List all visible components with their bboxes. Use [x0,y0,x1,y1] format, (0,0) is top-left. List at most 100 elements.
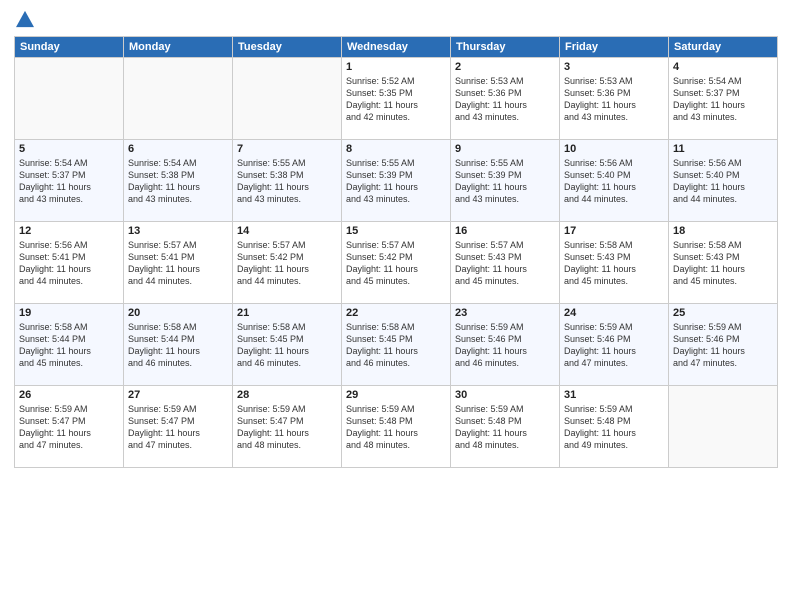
calendar: SundayMondayTuesdayWednesdayThursdayFrid… [14,36,778,468]
day-number: 25 [673,307,773,319]
day-number: 23 [455,307,555,319]
day-cell: 25Sunrise: 5:59 AM Sunset: 5:46 PM Dayli… [669,304,778,386]
logo [14,10,34,28]
day-info: Sunrise: 5:59 AM Sunset: 5:47 PM Dayligh… [128,403,228,452]
day-info: Sunrise: 5:55 AM Sunset: 5:38 PM Dayligh… [237,157,337,206]
day-info: Sunrise: 5:59 AM Sunset: 5:48 PM Dayligh… [455,403,555,452]
day-info: Sunrise: 5:59 AM Sunset: 5:47 PM Dayligh… [237,403,337,452]
day-cell: 24Sunrise: 5:59 AM Sunset: 5:46 PM Dayli… [560,304,669,386]
day-info: Sunrise: 5:57 AM Sunset: 5:42 PM Dayligh… [346,239,446,288]
day-cell: 19Sunrise: 5:58 AM Sunset: 5:44 PM Dayli… [15,304,124,386]
day-number: 12 [19,225,119,237]
day-info: Sunrise: 5:59 AM Sunset: 5:48 PM Dayligh… [564,403,664,452]
header-row: SundayMondayTuesdayWednesdayThursdayFrid… [15,37,778,58]
day-cell: 29 Sunrise: 5:59 AM Sunset: 5:48 PM Dayli… [342,386,451,468]
week-row-3: 19Sunrise: 5:58 AM Sunset: 5:44 PM Dayli… [15,304,778,386]
day-cell [124,58,233,140]
day-info: Sunrise: 5:53 AM Sunset: 5:36 PM Dayligh… [455,75,555,124]
day-info: Sunrise: 5:57 AM Sunset: 5:43 PM Dayligh… [455,239,555,288]
header-monday: Monday [124,37,233,58]
day-number: 14 [237,225,337,237]
day-cell: 18Sunrise: 5:58 AM Sunset: 5:43 PM Dayli… [669,222,778,304]
day-cell: 21 Sunrise: 5:58 AM Sunset: 5:45 PM Dayli… [233,304,342,386]
day-number: 8 [346,143,446,155]
day-info: Sunrise: 5:56 AM Sunset: 5:40 PM Dayligh… [564,157,664,206]
day-info: Sunrise: 5:57 AM Sunset: 5:41 PM Dayligh… [128,239,228,288]
day-number: 15 [346,225,446,237]
day-cell: 26 Sunrise: 5:59 AM Sunset: 5:47 PM Dayli… [15,386,124,468]
day-number: 10 [564,143,664,155]
week-row-4: 26 Sunrise: 5:59 AM Sunset: 5:47 PM Dayli… [15,386,778,468]
day-info: Sunrise: 5:59 AM Sunset: 5:47 PM Dayligh… [19,403,119,452]
day-cell: 23 Sunrise: 5:59 AM Sunset: 5:46 PM Dayli… [451,304,560,386]
header [14,10,778,28]
day-info: Sunrise: 5:55 AM Sunset: 5:39 PM Dayligh… [455,157,555,206]
day-info: Sunrise: 5:57 AM Sunset: 5:42 PM Dayligh… [237,239,337,288]
day-number: 5 [19,143,119,155]
day-info: Sunrise: 5:58 AM Sunset: 5:44 PM Dayligh… [19,321,119,370]
day-cell: 10 Sunrise: 5:56 AM Sunset: 5:40 PM Dayli… [560,140,669,222]
day-cell: 1 Sunrise: 5:52 AM Sunset: 5:35 PM Daylig… [342,58,451,140]
day-cell: 11 Sunrise: 5:56 AM Sunset: 5:40 PM Dayli… [669,140,778,222]
day-cell: 8 Sunrise: 5:55 AM Sunset: 5:39 PM Daylig… [342,140,451,222]
day-number: 9 [455,143,555,155]
header-friday: Friday [560,37,669,58]
day-info: Sunrise: 5:55 AM Sunset: 5:39 PM Dayligh… [346,157,446,206]
week-row-1: 5Sunrise: 5:54 AM Sunset: 5:37 PM Daylig… [15,140,778,222]
day-cell: 4 Sunrise: 5:54 AM Sunset: 5:37 PM Daylig… [669,58,778,140]
day-number: 1 [346,61,446,73]
day-number: 29 [346,389,446,401]
day-number: 26 [19,389,119,401]
day-info: Sunrise: 5:54 AM Sunset: 5:38 PM Dayligh… [128,157,228,206]
day-number: 30 [455,389,555,401]
day-cell: 9 Sunrise: 5:55 AM Sunset: 5:39 PM Daylig… [451,140,560,222]
day-info: Sunrise: 5:56 AM Sunset: 5:40 PM Dayligh… [673,157,773,206]
day-cell: 6 Sunrise: 5:54 AM Sunset: 5:38 PM Daylig… [124,140,233,222]
day-number: 11 [673,143,773,155]
day-cell: 20 Sunrise: 5:58 AM Sunset: 5:44 PM Dayli… [124,304,233,386]
day-info: Sunrise: 5:52 AM Sunset: 5:35 PM Dayligh… [346,75,446,124]
day-cell [233,58,342,140]
day-cell [669,386,778,468]
day-cell: 17Sunrise: 5:58 AM Sunset: 5:43 PM Dayli… [560,222,669,304]
day-number: 27 [128,389,228,401]
day-cell: 31 Sunrise: 5:59 AM Sunset: 5:48 PM Dayli… [560,386,669,468]
day-cell: 22Sunrise: 5:58 AM Sunset: 5:45 PM Dayli… [342,304,451,386]
day-number: 28 [237,389,337,401]
day-number: 21 [237,307,337,319]
day-info: Sunrise: 5:58 AM Sunset: 5:44 PM Dayligh… [128,321,228,370]
day-info: Sunrise: 5:59 AM Sunset: 5:48 PM Dayligh… [346,403,446,452]
day-number: 2 [455,61,555,73]
day-number: 13 [128,225,228,237]
day-number: 6 [128,143,228,155]
day-number: 20 [128,307,228,319]
logo-icon [16,10,34,28]
day-number: 4 [673,61,773,73]
week-row-0: 1 Sunrise: 5:52 AM Sunset: 5:35 PM Daylig… [15,58,778,140]
header-thursday: Thursday [451,37,560,58]
day-cell: 15 Sunrise: 5:57 AM Sunset: 5:42 PM Dayli… [342,222,451,304]
day-number: 3 [564,61,664,73]
day-cell: 7 Sunrise: 5:55 AM Sunset: 5:38 PM Daylig… [233,140,342,222]
day-number: 7 [237,143,337,155]
day-number: 31 [564,389,664,401]
header-saturday: Saturday [669,37,778,58]
day-number: 17 [564,225,664,237]
day-info: Sunrise: 5:58 AM Sunset: 5:45 PM Dayligh… [346,321,446,370]
day-number: 24 [564,307,664,319]
day-number: 16 [455,225,555,237]
page: SundayMondayTuesdayWednesdayThursdayFrid… [0,0,792,612]
week-row-2: 12 Sunrise: 5:56 AM Sunset: 5:41 PM Dayli… [15,222,778,304]
day-info: Sunrise: 5:53 AM Sunset: 5:36 PM Dayligh… [564,75,664,124]
day-cell: 30 Sunrise: 5:59 AM Sunset: 5:48 PM Dayli… [451,386,560,468]
day-info: Sunrise: 5:54 AM Sunset: 5:37 PM Dayligh… [673,75,773,124]
day-info: Sunrise: 5:58 AM Sunset: 5:43 PM Dayligh… [673,239,773,288]
day-cell: 5Sunrise: 5:54 AM Sunset: 5:37 PM Daylig… [15,140,124,222]
day-info: Sunrise: 5:59 AM Sunset: 5:46 PM Dayligh… [455,321,555,370]
day-info: Sunrise: 5:56 AM Sunset: 5:41 PM Dayligh… [19,239,119,288]
day-cell [15,58,124,140]
day-info: Sunrise: 5:58 AM Sunset: 5:45 PM Dayligh… [237,321,337,370]
day-cell: 28 Sunrise: 5:59 AM Sunset: 5:47 PM Dayli… [233,386,342,468]
header-sunday: Sunday [15,37,124,58]
day-cell: 14 Sunrise: 5:57 AM Sunset: 5:42 PM Dayli… [233,222,342,304]
